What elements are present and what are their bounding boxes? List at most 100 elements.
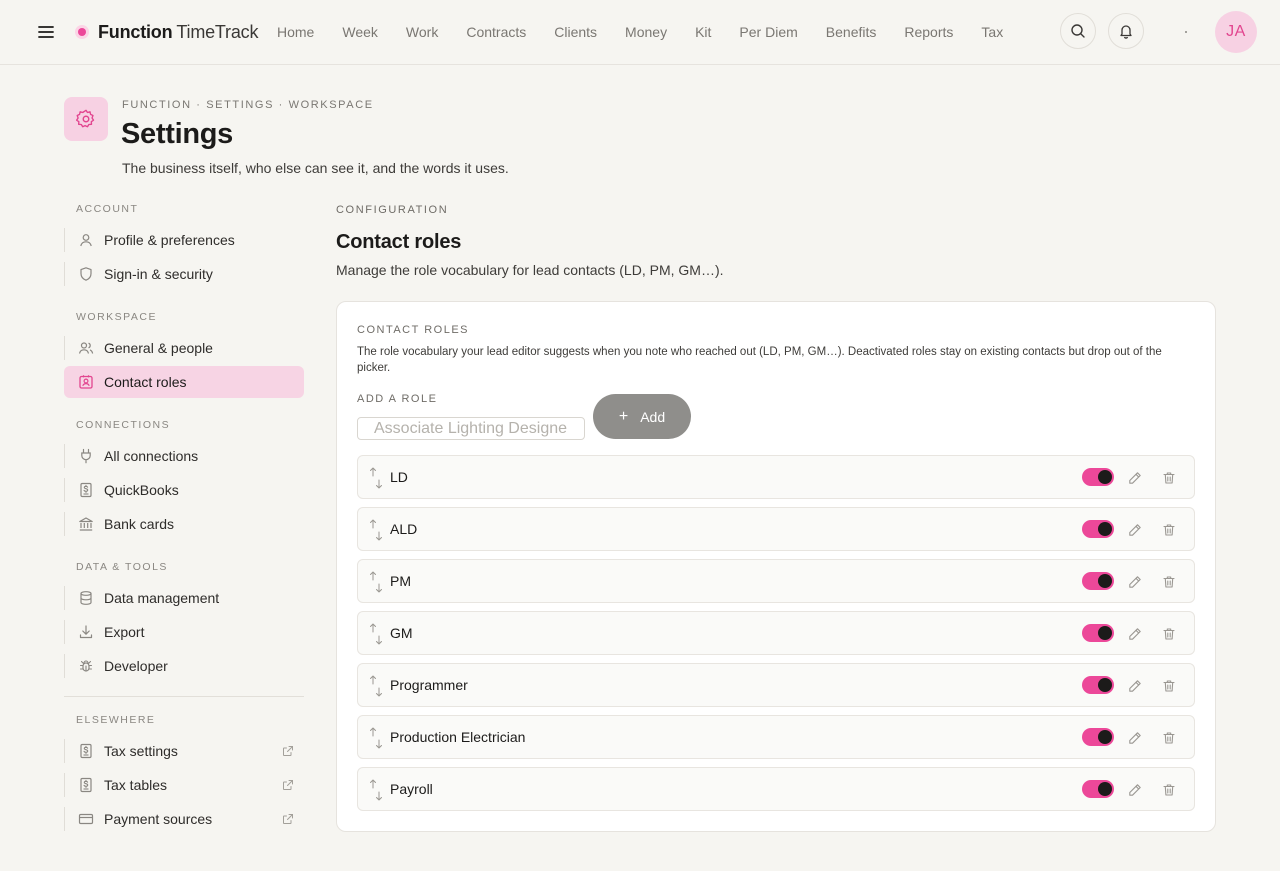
nav-per-diem[interactable]: Per Diem — [725, 24, 811, 40]
contact-card-icon — [78, 374, 94, 390]
sidebar-item-contact-roles[interactable]: Contact roles — [64, 366, 304, 398]
sidebar-item-all-connections[interactable]: All connections — [64, 440, 304, 472]
role-row: GM — [357, 611, 1195, 655]
trash-icon[interactable] — [1160, 521, 1178, 539]
card-description: The role vocabulary your lead editor sug… — [357, 346, 1162, 374]
pencil-icon[interactable] — [1126, 625, 1144, 643]
sidebar-item-label: Tax settings — [104, 743, 178, 759]
pencil-icon[interactable] — [1126, 677, 1144, 695]
nav-home[interactable]: Home — [263, 24, 328, 40]
toggle-knob — [1098, 626, 1112, 640]
sidebar-item-label: Export — [104, 624, 145, 640]
page-title: Settings — [121, 118, 233, 150]
nav-work[interactable]: Work — [392, 24, 452, 40]
sidebar-item-label: Sign-in & security — [104, 266, 213, 282]
sidebar-item-quickbooks[interactable]: QuickBooks — [64, 474, 304, 506]
trash-icon[interactable] — [1160, 625, 1178, 643]
nav-kit[interactable]: Kit — [681, 24, 725, 40]
trash-icon[interactable] — [1160, 781, 1178, 799]
trash-icon[interactable] — [1160, 729, 1178, 747]
nav-week[interactable]: Week — [328, 24, 392, 40]
reorder-arrows-icon[interactable] — [368, 518, 384, 542]
sidebar-item-label: Bank cards — [104, 516, 175, 532]
nav-money[interactable]: Money — [611, 24, 681, 40]
brand-sub: TimeTrack — [176, 21, 259, 42]
reorder-arrows-icon[interactable] — [368, 778, 384, 802]
trash-icon[interactable] — [1160, 469, 1178, 487]
sidebar-item-label: Contact roles — [104, 374, 187, 390]
role-name: GM — [390, 625, 413, 641]
trash-icon[interactable] — [1160, 677, 1178, 695]
brand-dot-icon — [78, 28, 86, 36]
sidebar-item-profile-and-preferences[interactable]: Profile & preferences — [64, 224, 304, 256]
section-title: Contact roles — [336, 231, 462, 253]
sidebar-divider — [64, 696, 304, 697]
sidebar-group-account: ACCOUNT — [76, 203, 139, 215]
hamburger-icon[interactable] — [36, 22, 56, 42]
role-name: ALD — [390, 521, 418, 537]
toggle-knob — [1098, 470, 1112, 484]
sidebar-item-payment-sources[interactable]: Payment sources — [64, 803, 304, 835]
sidebar-item-general-and-people[interactable]: General & people — [64, 332, 304, 364]
pencil-icon[interactable] — [1126, 573, 1144, 591]
sidebar-item-label: All connections — [104, 448, 199, 464]
gear-icon — [64, 97, 108, 141]
pencil-icon[interactable] — [1126, 729, 1144, 747]
search-button[interactable] — [1060, 13, 1096, 49]
pencil-icon[interactable] — [1126, 469, 1144, 487]
trash-icon[interactable] — [1160, 573, 1178, 591]
role-active-toggle[interactable] — [1082, 624, 1114, 642]
reorder-arrows-icon[interactable] — [368, 466, 384, 490]
role-active-toggle[interactable] — [1082, 780, 1114, 798]
card-eyebrow: CONTACT ROLES — [357, 324, 469, 336]
add-role-label: ADD A ROLE — [357, 393, 438, 405]
add-role-button[interactable]: + Add — [593, 394, 691, 439]
role-active-toggle[interactable] — [1082, 676, 1114, 694]
section-eyebrow: CONFIGURATION — [336, 204, 449, 216]
role-row: Programmer — [357, 663, 1195, 707]
sidebar-item-tax-tables[interactable]: Tax tables — [64, 769, 304, 801]
main-nav: Home Week Work Contracts Clients Money Kit Per … — [263, 22, 1017, 42]
sidebar-item-sign-in-and-security[interactable]: Sign-in & security — [64, 258, 304, 290]
nav-clients[interactable]: Clients — [540, 24, 611, 40]
avatar[interactable]: JA — [1215, 11, 1257, 53]
nav-benefits[interactable]: Benefits — [812, 24, 891, 40]
toggle-knob — [1098, 730, 1112, 744]
pencil-icon[interactable] — [1126, 781, 1144, 799]
role-row: ALD — [357, 507, 1195, 551]
search-icon — [1071, 24, 1085, 38]
plug-icon — [78, 448, 94, 464]
external-link-icon — [282, 778, 296, 792]
sidebar-item-data-management[interactable]: Data management — [64, 582, 304, 614]
bell-icon — [1120, 25, 1132, 39]
nav-tax[interactable]: Tax — [967, 24, 1017, 40]
pencil-icon[interactable] — [1126, 521, 1144, 539]
sidebar-item-developer[interactable]: Developer — [64, 650, 304, 682]
user-icon — [78, 232, 94, 248]
sidebar-item-bank-cards[interactable]: Bank cards — [64, 508, 304, 540]
role-active-toggle[interactable] — [1082, 520, 1114, 538]
add-role-input[interactable] — [357, 417, 585, 440]
nav-reports[interactable]: Reports — [890, 24, 967, 40]
role-name: Programmer — [390, 677, 468, 693]
dollar-doc-icon — [78, 482, 94, 498]
role-active-toggle[interactable] — [1082, 468, 1114, 486]
sidebar-item-tax-settings[interactable]: Tax settings — [64, 735, 304, 767]
sidebar-item-label: Developer — [104, 658, 168, 674]
sidebar-item-label: General & people — [104, 340, 213, 356]
brand-name: Function — [98, 21, 173, 42]
role-row: LD — [357, 455, 1195, 499]
role-active-toggle[interactable] — [1082, 728, 1114, 746]
sidebar-item-export[interactable]: Export — [64, 616, 304, 648]
section-description: Manage the role vocabulary for lead cont… — [336, 262, 724, 278]
reorder-arrows-icon[interactable] — [368, 570, 384, 594]
dollar-doc-icon — [78, 743, 94, 759]
role-active-toggle[interactable] — [1082, 572, 1114, 590]
notifications-button[interactable] — [1108, 13, 1144, 49]
sidebar-item-label: Profile & preferences — [104, 232, 235, 248]
reorder-arrows-icon[interactable] — [368, 674, 384, 698]
reorder-arrows-icon[interactable] — [368, 726, 384, 750]
brand[interactable]: Function TimeTrack — [78, 20, 258, 44]
reorder-arrows-icon[interactable] — [368, 622, 384, 646]
nav-contracts[interactable]: Contracts — [452, 24, 540, 40]
